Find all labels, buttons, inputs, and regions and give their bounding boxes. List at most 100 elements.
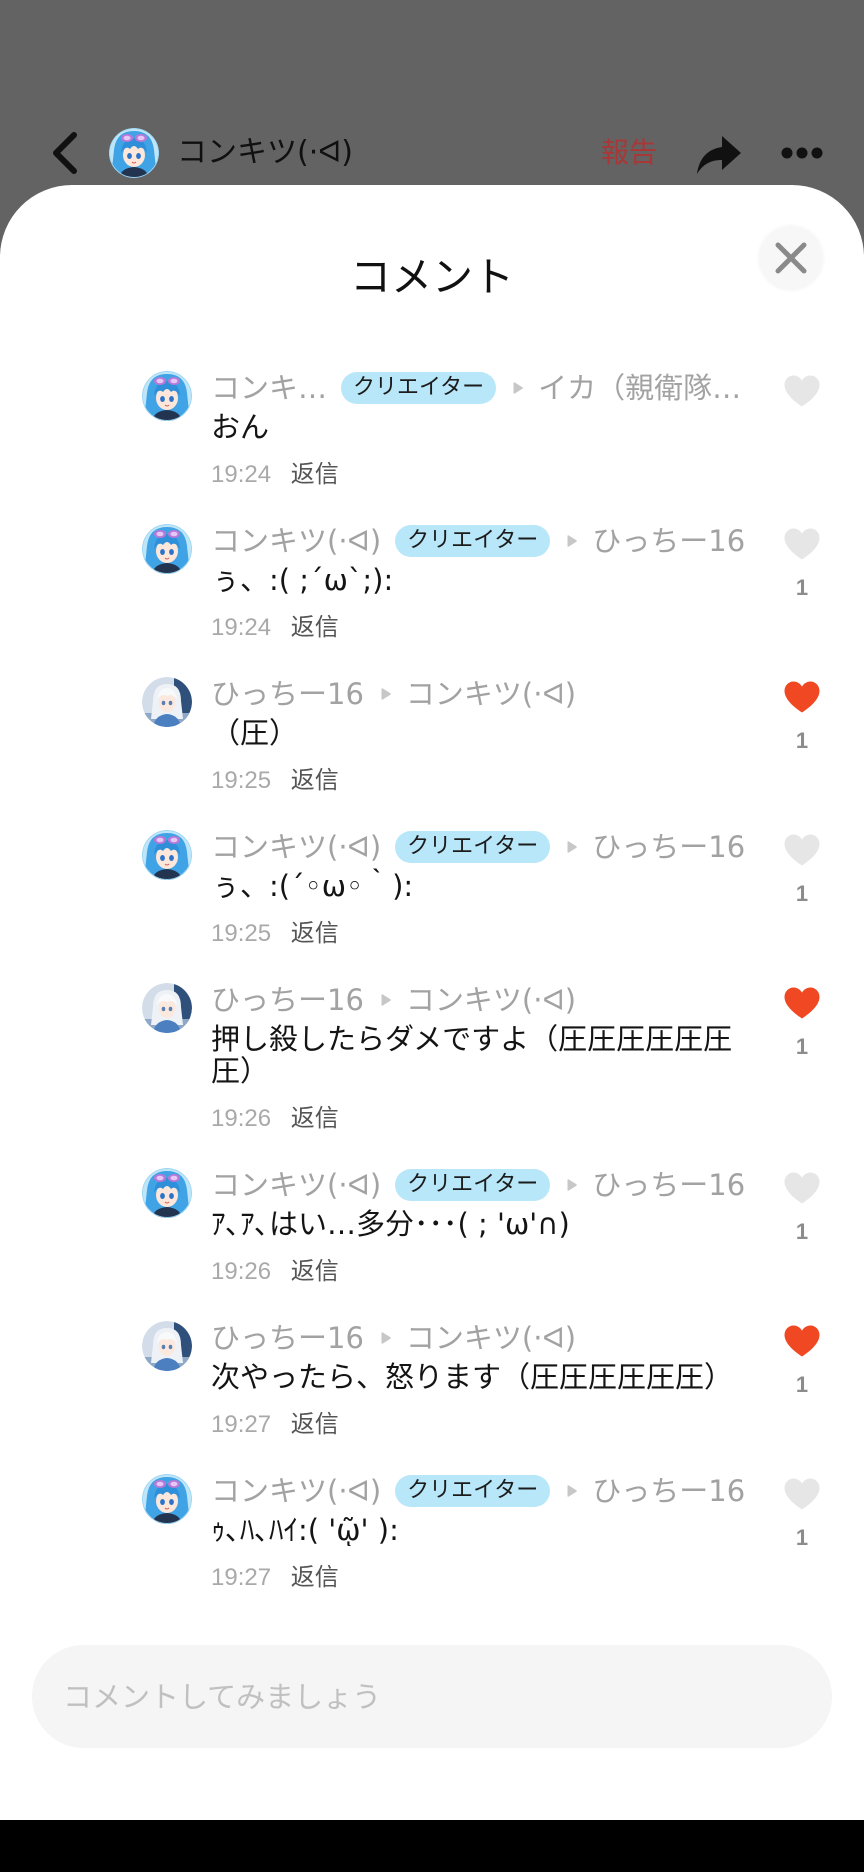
page-header: コンキツ(·ᐊ) 報告 <box>0 0 864 185</box>
like-button[interactable] <box>783 374 821 408</box>
avatar[interactable] <box>142 1168 192 1218</box>
avatar[interactable] <box>109 128 159 178</box>
comment-footer: 19:26 返信 <box>211 1101 751 1135</box>
reply-button[interactable]: 返信 <box>291 1104 339 1132</box>
reply-button[interactable]: 返信 <box>291 766 339 794</box>
comment-input[interactable] <box>32 1645 832 1748</box>
comment-footer: 19:24 返信 <box>211 610 751 644</box>
comment-text: （圧） <box>211 716 299 750</box>
comment-text: おん <box>211 410 270 444</box>
reply-button[interactable]: 返信 <box>291 1257 339 1285</box>
author-name[interactable]: コンキツ(·ᐊ) <box>211 1472 381 1510</box>
comment-text: 次やったら、怒ります（圧圧圧圧圧圧） <box>211 1360 734 1394</box>
avatar[interactable] <box>142 983 192 1033</box>
like-button[interactable] <box>783 680 821 714</box>
reply-button[interactable]: 返信 <box>291 460 339 488</box>
like-count: 1 <box>795 1034 809 1059</box>
like-button[interactable] <box>783 527 821 561</box>
comment-body: コンキツ(·ᐊ) クリエイター ひっちー16 ぅ、:(´◦ω◦｀): 19:25… <box>211 828 751 950</box>
comment-composer[interactable] <box>32 1645 832 1748</box>
chevron-left-icon[interactable] <box>44 128 84 178</box>
reply-to-name[interactable]: ひっちー16 <box>592 1472 745 1510</box>
timestamp: 19:25 <box>211 920 272 947</box>
comment-footer: 19:27 返信 <box>211 1407 751 1441</box>
reply-to-name[interactable]: コンキツ(·ᐊ) <box>406 1319 576 1357</box>
comment-item[interactable]: ひっちー16 コンキツ(·ᐊ) 押し殺したらダメですよ（圧圧圧圧圧圧圧） 19:… <box>0 981 864 1166</box>
like-button[interactable] <box>783 1477 821 1511</box>
author-name[interactable]: コンキ… <box>211 369 327 407</box>
report-button[interactable]: 報告 <box>601 133 657 173</box>
comment-author-line: コンキツ(·ᐊ) クリエイター ひっちー16 <box>211 522 751 560</box>
avatar[interactable] <box>142 1321 192 1371</box>
comment-author-line: コンキツ(·ᐊ) クリエイター ひっちー16 <box>211 828 751 866</box>
author-name[interactable]: コンキツ(·ᐊ) <box>211 522 381 560</box>
heart-icon <box>784 1172 820 1204</box>
comment-footer: 19:25 返信 <box>211 763 751 797</box>
comment-text: ｱ､ｱ､はい…多分･･･( ; 'ω'∩) <box>211 1207 570 1241</box>
comment-item[interactable]: コンキツ(·ᐊ) クリエイター ひっちー16 ぅ、:(´◦ω◦｀): 19:25… <box>0 828 864 981</box>
creator-badge: クリエイター <box>341 372 497 404</box>
comment-author-line: コンキツ(·ᐊ) クリエイター ひっちー16 <box>211 1472 751 1510</box>
timestamp: 19:27 <box>211 1564 272 1591</box>
heart-icon <box>784 1478 820 1510</box>
author-name[interactable]: ひっちー16 <box>211 675 364 713</box>
reply-to-name[interactable]: コンキツ(·ᐊ) <box>406 981 576 1019</box>
like-count: 1 <box>795 1219 809 1244</box>
reply-arrow-icon <box>381 994 391 1006</box>
avatar[interactable] <box>142 677 192 727</box>
creator-badge: クリエイター <box>395 831 551 863</box>
timestamp: 19:27 <box>211 1411 272 1438</box>
reply-to-name[interactable]: ひっちー16 <box>592 828 745 866</box>
reply-to-name[interactable]: ひっちー16 <box>592 1166 745 1204</box>
like-count: 1 <box>795 1525 809 1550</box>
close-button[interactable] <box>759 226 823 290</box>
comment-body: コンキツ(·ᐊ) クリエイター ひっちー16 ｱ､ｱ､はい…多分･･･( ; '… <box>211 1166 751 1288</box>
avatar[interactable] <box>142 1474 192 1524</box>
channel-name[interactable]: コンキツ(·ᐊ) <box>177 133 353 173</box>
author-name[interactable]: コンキツ(·ᐊ) <box>211 1166 381 1204</box>
reply-arrow-icon <box>381 688 391 700</box>
comment-text: 押し殺したらダメですよ（圧圧圧圧圧圧圧） <box>211 1022 733 1088</box>
reply-to-name[interactable]: コンキツ(·ᐊ) <box>406 675 576 713</box>
comment-footer: 19:24 返信 <box>211 457 751 491</box>
reply-arrow-icon <box>567 535 578 547</box>
heart-icon <box>784 1325 820 1357</box>
comment-body: コンキツ(·ᐊ) クリエイター ひっちー16 ｩ､ﾊ､ﾊｲ:( 'ῷ' ): 1… <box>211 1472 751 1594</box>
reply-arrow-icon <box>567 1485 578 1497</box>
reply-to-name[interactable]: ひっちー16 <box>592 522 745 560</box>
avatar[interactable] <box>142 524 192 574</box>
like-button[interactable] <box>783 833 821 867</box>
comment-item[interactable]: ひっちー16 コンキツ(·ᐊ) （圧） 19:25 返信 1 <box>0 675 864 828</box>
avatar[interactable] <box>142 371 192 421</box>
creator-badge: クリエイター <box>395 1169 551 1201</box>
reply-button[interactable]: 返信 <box>291 613 339 641</box>
author-name[interactable]: ひっちー16 <box>211 981 364 1019</box>
comment-item[interactable]: コンキツ(·ᐊ) クリエイター ひっちー16 ｱ､ｱ､はい…多分･･･( ; '… <box>0 1166 864 1319</box>
system-navigation-bar <box>0 1820 864 1872</box>
comment-item[interactable]: コンキ… クリエイター イカ（親衛隊… おん 19:24 返信 <box>0 369 864 522</box>
author-name[interactable]: コンキツ(·ᐊ) <box>211 828 381 866</box>
comment-body: ひっちー16 コンキツ(·ᐊ) 次やったら、怒ります（圧圧圧圧圧圧） 19:27… <box>211 1319 751 1441</box>
comment-author-line: コンキ… クリエイター イカ（親衛隊… <box>211 369 751 407</box>
reply-button[interactable]: 返信 <box>291 1410 339 1438</box>
comment-item[interactable]: コンキツ(·ᐊ) クリエイター ひっちー16 ｩ､ﾊ､ﾊｲ:( 'ῷ' ): 1… <box>0 1472 864 1625</box>
comment-footer: 19:27 返信 <box>211 1560 751 1594</box>
comment-item[interactable]: ひっちー16 コンキツ(·ᐊ) 次やったら、怒ります（圧圧圧圧圧圧） 19:27… <box>0 1319 864 1472</box>
comment-list: コンキ… クリエイター イカ（親衛隊… おん 19:24 返信 コンキツ(·ᐊ)… <box>0 369 864 1625</box>
heart-icon <box>784 528 820 560</box>
like-count: 1 <box>795 575 809 600</box>
reply-arrow-icon <box>567 1179 578 1191</box>
avatar[interactable] <box>142 830 192 880</box>
author-name[interactable]: ひっちー16 <box>211 1319 364 1357</box>
close-icon <box>775 242 807 274</box>
reply-button[interactable]: 返信 <box>291 1563 339 1591</box>
like-button[interactable] <box>783 1324 821 1358</box>
reply-to-name[interactable]: イカ（親衛隊… <box>538 369 741 407</box>
reply-button[interactable]: 返信 <box>291 919 339 947</box>
comment-item[interactable]: コンキツ(·ᐊ) クリエイター ひっちー16 ぅ、:( ;´ω`;): 19:2… <box>0 522 864 675</box>
more-dots-icon[interactable] <box>780 147 824 159</box>
like-button[interactable] <box>783 986 821 1020</box>
timestamp: 19:26 <box>211 1258 272 1285</box>
like-button[interactable] <box>783 1171 821 1205</box>
share-icon[interactable] <box>696 133 742 177</box>
